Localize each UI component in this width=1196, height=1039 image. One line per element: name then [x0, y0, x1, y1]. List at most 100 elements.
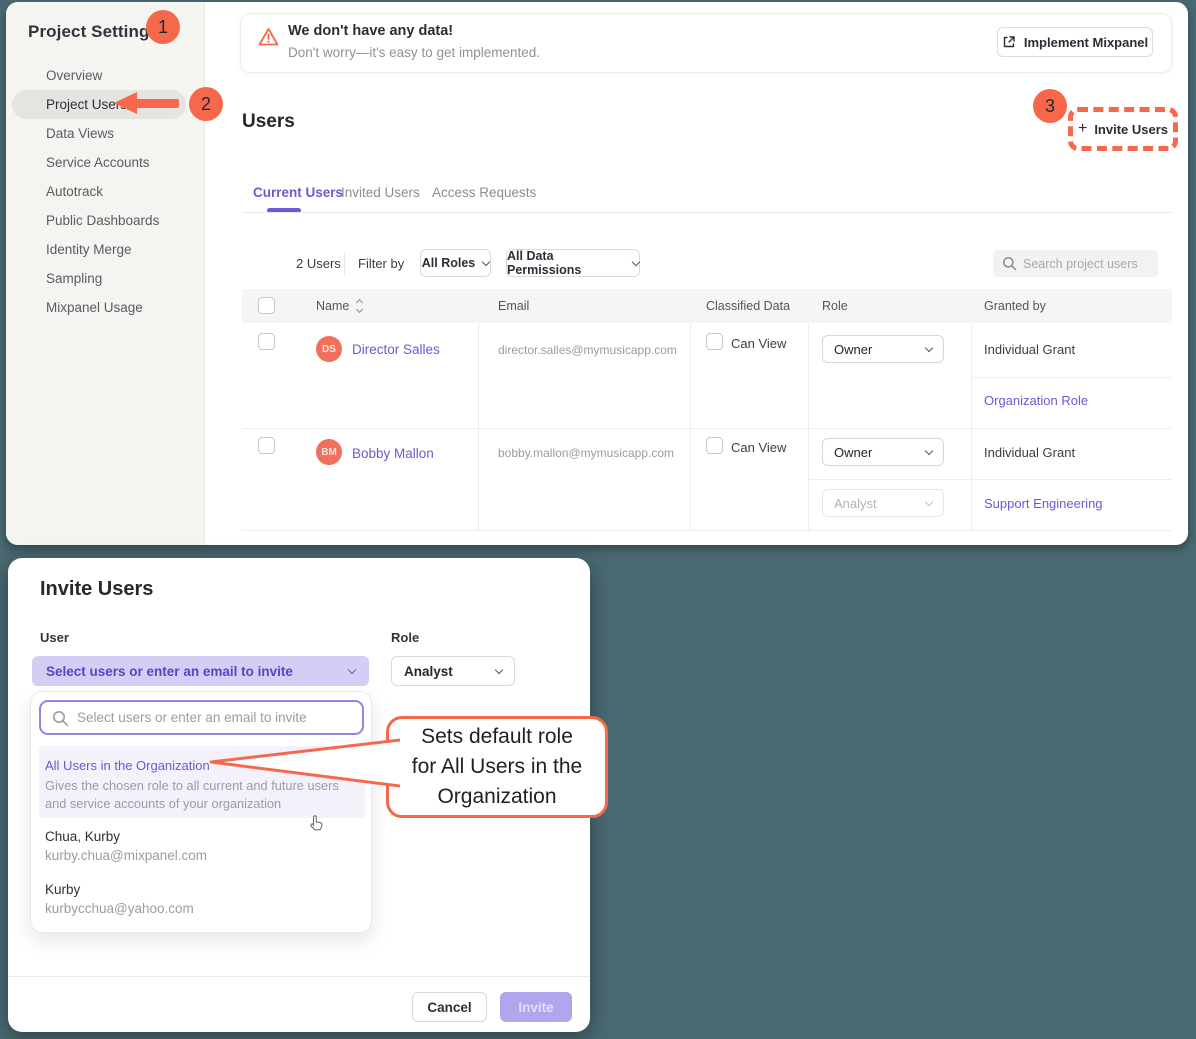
avatar: DS	[316, 336, 342, 362]
warning-icon	[257, 26, 280, 48]
chevron-down-icon	[348, 665, 356, 673]
role-value: Analyst	[834, 496, 877, 511]
annotation-arrow-icon	[114, 92, 137, 114]
sidebar-item-sampling[interactable]: Sampling	[46, 271, 102, 286]
chevron-down-icon	[925, 497, 933, 505]
sort-icon[interactable]	[357, 300, 362, 312]
tab-invited-users[interactable]: Invited Users	[341, 185, 420, 200]
tabs-divider	[242, 212, 1172, 213]
granted-by-value: Individual Grant	[984, 342, 1075, 357]
chevron-down-icon	[495, 665, 503, 673]
callout-line: for All Users in the	[412, 752, 582, 782]
option-all-users-title[interactable]: All Users in the Organization	[45, 758, 210, 773]
roles-filter-dropdown[interactable]: All Roles	[420, 249, 491, 277]
sidebar-item-data-views[interactable]: Data Views	[46, 126, 114, 141]
search-icon	[1002, 256, 1017, 271]
column-header-email: Email	[498, 299, 529, 313]
permissions-filter-dropdown[interactable]: All Data Permissions	[506, 249, 640, 277]
tab-current-users[interactable]: Current Users	[253, 185, 343, 200]
column-divider	[808, 323, 809, 530]
sidebar-item-autotrack[interactable]: Autotrack	[46, 184, 103, 199]
role-dropdown[interactable]: Owner	[822, 335, 944, 363]
role-field-label: Role	[391, 630, 419, 645]
sidebar-item-public-dashboards[interactable]: Public Dashboards	[46, 213, 159, 228]
cell-divider	[808, 479, 1172, 480]
can-view-checkbox[interactable]	[706, 333, 723, 350]
invite-users-label: Invite Users	[1094, 122, 1168, 137]
annotation-badge-3: 3	[1033, 89, 1067, 123]
toolbar-divider	[344, 253, 345, 275]
row-divider	[242, 428, 1172, 429]
implement-mixpanel-label: Implement Mixpanel	[1024, 35, 1148, 50]
cancel-button[interactable]: Cancel	[412, 992, 487, 1022]
column-header-name[interactable]: Name	[316, 299, 349, 313]
role-dropdown[interactable]: Owner	[822, 438, 944, 466]
sidebar-item-overview[interactable]: Overview	[46, 68, 102, 83]
annotation-callout: Sets default role for All Users in the O…	[386, 716, 608, 818]
callout-line: Organization	[437, 782, 556, 812]
organization-role-link[interactable]: Organization Role	[984, 393, 1088, 408]
filter-by-label: Filter by	[358, 256, 404, 271]
user-select-value: Select users or enter an email to invite	[46, 664, 293, 679]
can-view-checkbox[interactable]	[706, 437, 723, 454]
callout-tail	[205, 732, 400, 794]
no-data-banner: We don't have any data! Don't worry—it's…	[240, 13, 1172, 73]
option-user-name[interactable]: Chua, Kurby	[45, 829, 120, 844]
granted-by-value: Individual Grant	[984, 445, 1075, 460]
chevron-down-icon	[482, 257, 490, 265]
column-divider	[478, 323, 479, 530]
search-input[interactable]	[1023, 250, 1153, 277]
column-header-role: Role	[822, 299, 848, 313]
chevron-down-icon	[925, 343, 933, 351]
plus-icon: +	[1078, 120, 1087, 138]
role-dropdown-disabled: Analyst	[822, 489, 944, 517]
option-user-email: kurby.chua@mixpanel.com	[45, 848, 207, 863]
column-header-classified: Classified Data	[706, 299, 790, 313]
annotation-badge-2: 2	[189, 87, 223, 121]
external-link-icon	[1002, 35, 1016, 49]
user-name-link[interactable]: Bobby Mallon	[352, 446, 434, 461]
column-divider	[971, 323, 972, 530]
avatar: BM	[316, 439, 342, 465]
user-email: director.salles@mymusicapp.com	[498, 343, 677, 357]
callout-line: Sets default role	[421, 722, 573, 752]
dialog-footer-divider	[8, 976, 590, 977]
sidebar-item-service-accounts[interactable]: Service Accounts	[46, 155, 150, 170]
user-select-dropdown[interactable]: Select users or enter an email to invite	[32, 656, 369, 686]
implement-mixpanel-button[interactable]: Implement Mixpanel	[997, 27, 1153, 57]
sidebar-item-identity-merge[interactable]: Identity Merge	[46, 242, 132, 257]
user-name-link[interactable]: Director Salles	[352, 342, 440, 357]
role-value: Owner	[834, 445, 872, 460]
option-user-name[interactable]: Kurby	[45, 882, 80, 897]
project-users-search	[993, 250, 1158, 277]
search-icon	[52, 710, 69, 727]
user-count: 2 Users	[296, 256, 341, 271]
row-checkbox[interactable]	[258, 333, 275, 350]
sidebar	[6, 2, 205, 545]
invite-users-button[interactable]: + Invite Users	[1078, 120, 1168, 138]
user-search-field	[39, 700, 364, 735]
annotation-badge-1: 1	[146, 10, 180, 44]
chevron-down-icon	[632, 257, 640, 265]
sidebar-item-mixpanel-usage[interactable]: Mixpanel Usage	[46, 300, 143, 315]
role-select-dropdown[interactable]: Analyst	[391, 656, 515, 686]
role-value: Owner	[834, 342, 872, 357]
user-search-input[interactable]	[77, 702, 357, 733]
tab-access-requests[interactable]: Access Requests	[432, 185, 536, 200]
option-user-email: kurbycchua@yahoo.com	[45, 901, 194, 916]
permissions-filter-label: All Data Permissions	[507, 249, 625, 277]
can-view-label: Can View	[731, 440, 786, 455]
user-email: bobby.mallon@mymusicapp.com	[498, 446, 674, 460]
select-all-checkbox[interactable]	[258, 297, 275, 314]
table-bottom-border	[242, 530, 1172, 531]
invite-button[interactable]: Invite	[500, 992, 572, 1022]
support-engineering-link[interactable]: Support Engineering	[984, 496, 1103, 511]
role-select-value: Analyst	[404, 664, 453, 679]
banner-subtitle: Don't worry—it's easy to get implemented…	[288, 45, 540, 60]
banner-title: We don't have any data!	[288, 23, 453, 39]
row-checkbox[interactable]	[258, 437, 275, 454]
can-view-label: Can View	[731, 336, 786, 351]
sidebar-title: Project Settings	[28, 22, 159, 42]
chevron-down-icon	[925, 446, 933, 454]
annotation-dashed-outline: + Invite Users	[1068, 107, 1178, 151]
